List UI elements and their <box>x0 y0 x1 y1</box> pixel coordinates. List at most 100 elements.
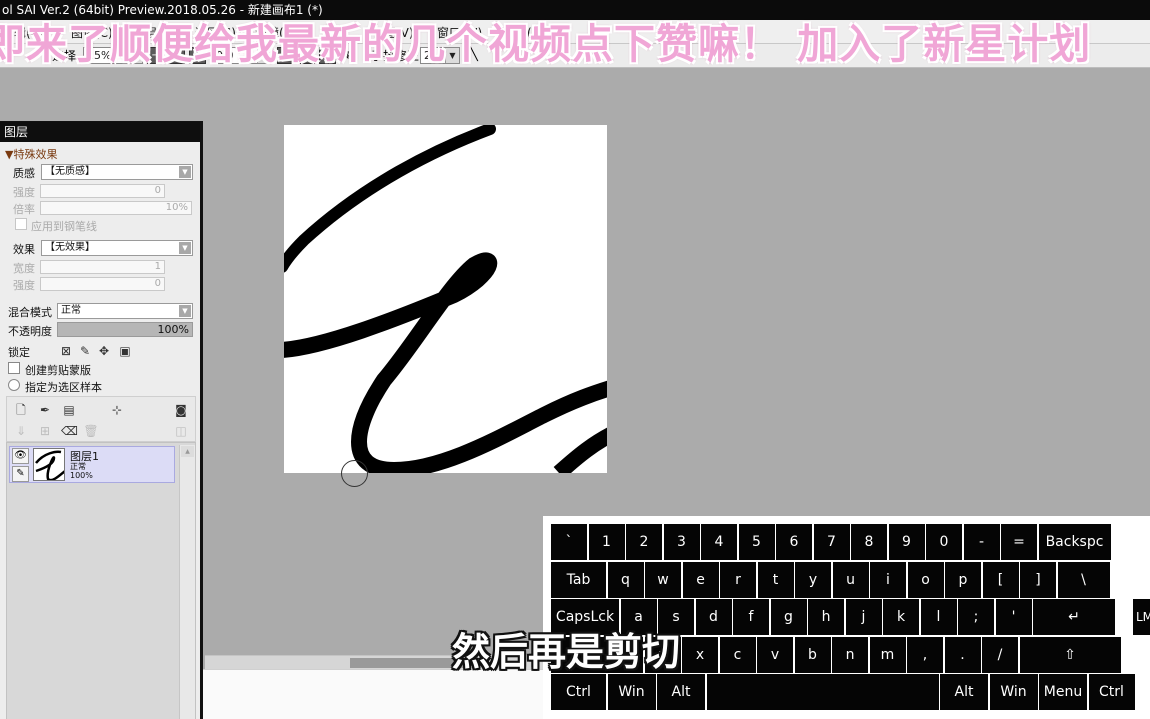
key[interactable]: = <box>1001 524 1037 560</box>
status-area <box>203 669 548 719</box>
key[interactable]: w <box>645 562 681 598</box>
key[interactable]: p <box>945 562 981 598</box>
layer-move-icon[interactable]: ⊹ <box>109 402 125 418</box>
key[interactable]: 3 <box>663 524 700 560</box>
promo-banner: 即来了顺便给我最新的几个视频点下赞嘛！ 加入了新星计划 <box>0 20 1092 68</box>
key[interactable]: 7 <box>813 524 850 560</box>
key[interactable]: - <box>963 524 1000 560</box>
width-label: 宽度 <box>13 262 35 275</box>
effect-strength-label: 强度 <box>13 279 35 292</box>
mask-options-icon[interactable]: ◫ <box>173 423 189 439</box>
merge-down-icon[interactable]: ⊞ <box>37 423 53 439</box>
key[interactable]: 4 <box>701 524 737 560</box>
key[interactable]: ` <box>551 524 587 560</box>
key[interactable]: f <box>733 599 769 635</box>
win-key[interactable]: Win <box>989 674 1038 710</box>
key[interactable]: d <box>695 599 732 635</box>
key[interactable]: 8 <box>851 524 887 560</box>
key[interactable]: n <box>832 637 868 673</box>
texture-select[interactable]: 【无质感】 ▼ <box>41 164 193 180</box>
layer-row[interactable]: 👁 ✎ 图层1 正常 100% <box>9 446 175 483</box>
key[interactable]: h <box>808 599 844 635</box>
key[interactable]: 1 <box>588 524 625 560</box>
lock-all-icon[interactable]: ▣ <box>117 343 133 359</box>
menu-key[interactable]: Menu <box>1039 674 1087 710</box>
win-key[interactable]: Win <box>607 674 656 710</box>
effect-select[interactable]: 【无效果】 ▼ <box>41 240 193 256</box>
key[interactable]: g <box>770 599 807 635</box>
special-effects-section[interactable]: ▼特殊效果 <box>5 146 57 162</box>
pen-indicator-icon: ✎ <box>12 466 29 482</box>
key[interactable]: y <box>795 562 831 598</box>
delete-layer-icon[interactable]: 🗑 <box>83 423 99 439</box>
apply-pen-checkbox[interactable] <box>15 218 27 230</box>
key[interactable]: b <box>794 637 831 673</box>
key[interactable]: t <box>757 562 794 598</box>
drawing-canvas[interactable] <box>284 125 607 473</box>
transfer-down-icon[interactable]: ⇓ <box>13 423 29 439</box>
key[interactable]: 5 <box>738 524 775 560</box>
key[interactable]: . <box>944 637 981 673</box>
key[interactable]: , <box>907 637 943 673</box>
key[interactable]: i <box>870 562 906 598</box>
key[interactable]: 6 <box>776 524 812 560</box>
blend-mode-select[interactable]: 正常 ▼ <box>57 303 193 319</box>
layer-list <box>6 442 196 719</box>
key[interactable]: u <box>832 562 869 598</box>
key[interactable]: ] <box>1020 562 1056 598</box>
new-layer-icon[interactable]: 🗋 <box>13 402 29 418</box>
key[interactable]: o <box>907 562 944 598</box>
key[interactable]: c <box>719 637 756 673</box>
key[interactable]: j <box>845 599 882 635</box>
tab-key[interactable]: Tab <box>551 562 606 598</box>
clear-layer-icon[interactable]: ⌫ <box>61 423 78 439</box>
lock-move-icon[interactable]: ✥ <box>96 343 112 359</box>
shift-key[interactable]: ⇧ <box>1019 637 1121 673</box>
opacity-slider[interactable]: 100% <box>57 322 193 337</box>
ctrl-key[interactable]: Ctrl <box>551 674 606 710</box>
new-folder-icon[interactable]: ▤ <box>61 402 77 418</box>
space-key[interactable] <box>706 674 939 710</box>
visibility-eye-icon[interactable]: 👁 <box>12 448 29 464</box>
new-pen-layer-icon[interactable]: ✒ <box>37 402 53 418</box>
lock-transparency-icon[interactable]: ⊠ <box>58 343 74 359</box>
key[interactable]: e <box>682 562 719 598</box>
width-slider[interactable]: 1 <box>40 260 165 274</box>
backspace-key[interactable]: Backspc <box>1038 524 1111 560</box>
layer-mask-icon[interactable]: ◙ <box>173 402 189 418</box>
key[interactable]: 2 <box>626 524 662 560</box>
key[interactable]: \ <box>1057 562 1110 598</box>
key[interactable]: r <box>720 562 756 598</box>
ctrl-key[interactable]: Ctrl <box>1088 674 1135 710</box>
alt-key[interactable]: Alt <box>657 674 705 710</box>
key[interactable]: l <box>920 599 957 635</box>
key[interactable]: 0 <box>926 524 962 560</box>
layer-list-scrollbar[interactable]: ▲ <box>179 445 195 719</box>
brush-cursor <box>341 460 368 487</box>
width-value: 1 <box>154 261 161 272</box>
lock-pen-icon[interactable]: ✎ <box>77 343 93 359</box>
selection-source-radio[interactable] <box>8 379 20 391</box>
alt-key[interactable]: Alt <box>940 674 988 710</box>
scroll-up-icon[interactable]: ▲ <box>181 446 194 457</box>
key[interactable]: [ <box>982 562 1019 598</box>
lock-label: 锁定 <box>8 346 30 359</box>
enter-key[interactable]: ↵ <box>1033 599 1115 635</box>
key[interactable]: m <box>869 637 906 673</box>
key[interactable]: v <box>757 637 793 673</box>
effect-strength-slider[interactable]: 0 <box>40 277 165 291</box>
key[interactable]: x <box>682 637 718 673</box>
scale-slider[interactable]: 10% <box>40 201 192 215</box>
key[interactable]: q <box>607 562 644 598</box>
chevron-down-icon: ▼ <box>179 305 191 317</box>
blend-mode-value: 正常 <box>61 305 81 316</box>
key[interactable]: / <box>982 637 1018 673</box>
key[interactable]: ; <box>958 599 994 635</box>
texture-value: 【无质感】 <box>45 166 95 177</box>
keyboard-side-key[interactable]: LM <box>1133 599 1150 635</box>
key[interactable]: k <box>883 599 919 635</box>
key[interactable]: 9 <box>888 524 925 560</box>
strength-slider[interactable]: 0 <box>40 184 165 198</box>
clipping-mask-checkbox[interactable] <box>8 362 20 374</box>
key[interactable]: ' <box>995 599 1032 635</box>
